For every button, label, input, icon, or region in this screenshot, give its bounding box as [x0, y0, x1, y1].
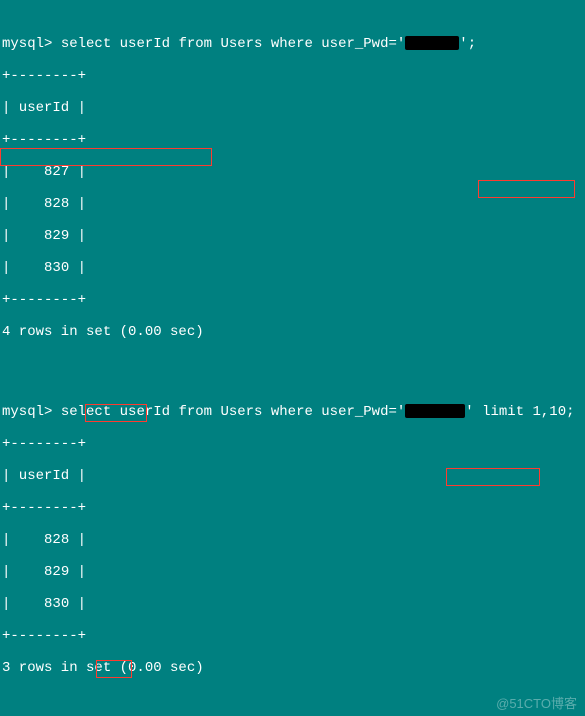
table-row: | 829 |	[2, 564, 583, 580]
table-border: +--------+	[2, 292, 583, 308]
table-border: +--------+	[2, 500, 583, 516]
table-row: | 830 |	[2, 596, 583, 612]
table-border: +--------+	[2, 132, 583, 148]
redacted-password: 123456	[405, 404, 465, 418]
prompt-line[interactable]: mysql> select userId from Users where us…	[2, 404, 583, 420]
terminal-output: mysql> select userId from Users where us…	[0, 0, 585, 716]
cell-value: 828	[44, 196, 69, 212]
cell-value: 830	[44, 260, 69, 276]
sql-text: ';	[459, 36, 476, 52]
sql-text: select userId from Users where user_Pwd=…	[61, 404, 405, 420]
table-border: +--------+	[2, 68, 583, 84]
table-row: | 828 |	[2, 196, 583, 212]
sql-text: select userId from Users where user_Pwd=…	[61, 36, 405, 52]
table-border: +--------+	[2, 628, 583, 644]
table-row: | 828 |	[2, 532, 583, 548]
status-line: 4 rows in set (0.00 sec)	[2, 324, 583, 340]
prompt: mysql>	[2, 404, 52, 420]
redacted-password: 123456	[405, 36, 459, 50]
sql-text: ' limit 1,10;	[465, 404, 574, 420]
table-header: | userId |	[2, 100, 583, 116]
cell-value: 828	[44, 532, 69, 548]
cell-value: 829	[44, 228, 69, 244]
blank-line	[2, 356, 583, 372]
table-header: | userId |	[2, 468, 583, 484]
prompt: mysql>	[2, 36, 52, 52]
table-row: | 827 |	[2, 164, 583, 180]
cell-value: 829	[44, 564, 69, 580]
prompt-line[interactable]: mysql> select userId from Users where us…	[2, 36, 583, 52]
table-row: | 830 |	[2, 260, 583, 276]
cell-value: 830	[44, 596, 69, 612]
status-line: 3 rows in set (0.00 sec)	[2, 660, 583, 676]
table-border: +--------+	[2, 436, 583, 452]
table-row: | 829 |	[2, 228, 583, 244]
blank-line	[2, 692, 583, 708]
cell-value: 827	[44, 164, 69, 180]
